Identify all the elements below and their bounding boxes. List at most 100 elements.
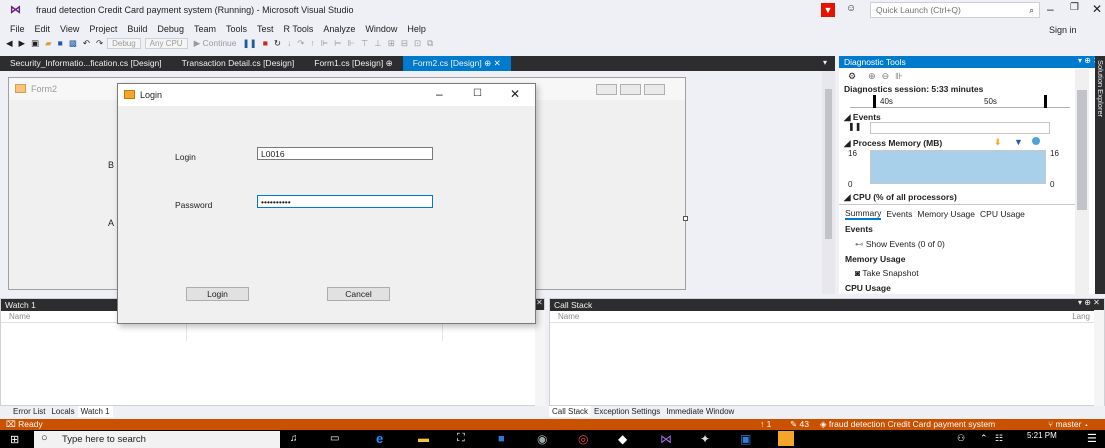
diag-splitter[interactable] [839, 204, 1075, 205]
events-track[interactable] [870, 122, 1050, 134]
tab-summary[interactable]: Summary [845, 208, 882, 220]
config-dropdown[interactable]: Debug [107, 37, 141, 49]
pause-icon[interactable]: ❚❚ [243, 38, 257, 49]
tab-security-information[interactable]: Security_Informatio...fication.cs [Desig… [0, 56, 172, 71]
network-icon[interactable]: ☷ [995, 433, 1003, 444]
pause-events-icon[interactable]: ❚❚ [848, 122, 861, 131]
task-view-icon[interactable]: ▭ [330, 433, 339, 444]
tab-exception-settings[interactable]: Exception Settings [591, 406, 663, 417]
step-out-icon[interactable]: ↑ [310, 38, 314, 48]
file-explorer-icon[interactable]: ▬ [418, 433, 429, 445]
tab-transaction-detail[interactable]: Transaction Detail.cs [Design] [172, 56, 305, 71]
status-edits[interactable]: ✎ 43 [790, 419, 809, 430]
process-memory-heading[interactable]: ◢ Process Memory (MB) [844, 138, 942, 149]
save-all-icon[interactable]: ▩ [69, 38, 77, 49]
chart-icon[interactable]: ⊪ [895, 71, 903, 82]
clock-time[interactable]: 5:21 PM [1027, 431, 1057, 440]
menu-window[interactable]: Window [365, 24, 397, 34]
pin-icon[interactable]: ⊕ [484, 58, 491, 68]
menu-project[interactable]: Project [89, 24, 117, 34]
call-stack-pin-close-icon[interactable]: ▾ ⊕ ✕ [1078, 298, 1100, 307]
password-input[interactable]: •••••••••• [257, 195, 433, 208]
call-stack-name-column[interactable]: Name Lang [550, 311, 1104, 323]
solution-explorer-tab[interactable]: Solution Explorer [1096, 60, 1105, 117]
platform-dropdown[interactable]: Any CPU [144, 37, 188, 49]
watch-close-icon[interactable]: ✕ [536, 298, 543, 307]
app2-icon[interactable]: ✦ [700, 432, 710, 446]
tab-immediate-window[interactable]: Immediate Window [663, 406, 737, 417]
menu-help[interactable]: Help [407, 24, 426, 34]
cancel-button[interactable]: Cancel [327, 287, 390, 301]
call-stack-lang-header[interactable]: Lang [1072, 311, 1090, 323]
store-icon[interactable]: ⛶ [457, 432, 465, 445]
login-minimize-button[interactable]: – [436, 87, 443, 101]
undo-icon[interactable]: ↶ [83, 38, 90, 49]
login-maximize-button[interactable]: ☐ [473, 88, 482, 99]
tab-call-stack[interactable]: Call Stack [549, 406, 592, 417]
align-right-icon[interactable]: ⊩ [347, 38, 354, 49]
menu-file[interactable]: File [10, 24, 25, 34]
menu-analyze[interactable]: Analyze [323, 24, 355, 34]
menu-view[interactable]: View [60, 24, 79, 34]
new-project-icon[interactable]: ▣ [31, 38, 39, 49]
memory-graph[interactable] [870, 150, 1046, 184]
menu-edit[interactable]: Edit [35, 24, 51, 34]
tab-locals[interactable]: Locals [48, 406, 77, 417]
align-left-icon[interactable]: ⊫ [321, 38, 328, 49]
tray-chevron-icon[interactable]: ⌃ [980, 433, 988, 444]
tab-watch-1[interactable]: Watch 1 [77, 406, 113, 417]
login-close-button[interactable]: ✕ [510, 87, 520, 101]
menu-r-tools[interactable]: R Tools [284, 24, 314, 34]
designer-label-a[interactable]: A [108, 218, 114, 228]
notification-flag-icon[interactable]: ▼ [821, 3, 835, 17]
show-events-link[interactable]: ⊷ Show Events (0 of 0) [855, 239, 945, 250]
restart-icon[interactable]: ↻ [274, 38, 281, 49]
tab-error-list[interactable]: Error List [10, 406, 48, 417]
back-icon[interactable]: ◀ [6, 38, 13, 49]
step-into-icon[interactable]: ↓ [287, 38, 291, 48]
save-icon[interactable]: ■ [58, 38, 63, 48]
order-icon[interactable]: ⧉ [427, 38, 433, 49]
zoom-in-icon[interactable]: ⊕ [868, 71, 876, 82]
windows-start-icon[interactable]: ⊞ [10, 433, 19, 446]
designer-scrollbar[interactable] [822, 71, 835, 294]
people-icon[interactable]: ⚇ [957, 433, 965, 444]
forward-icon[interactable]: ▶ [19, 38, 26, 49]
zoom-out-icon[interactable]: ⊖ [882, 71, 890, 82]
open-folder-icon[interactable]: ▰ [45, 38, 52, 49]
menu-debug[interactable]: Debug [157, 24, 184, 34]
login-button[interactable]: Login [186, 287, 249, 301]
designer-label-b[interactable]: B [108, 160, 114, 170]
tab-events[interactable]: Events [886, 209, 912, 219]
take-snapshot-button[interactable]: ◙ Take Snapshot [855, 268, 919, 278]
taskbar-search-box[interactable]: ○ Type here to search [34, 431, 280, 448]
restore-button[interactable]: ❐ [1070, 2, 1079, 13]
visual-studio-taskbar-icon[interactable]: ⋈ [660, 432, 672, 446]
close-tab-icon[interactable]: ✕ [494, 58, 501, 68]
align-top-icon[interactable]: ⊤ [361, 38, 368, 49]
mail-icon[interactable]: ■ [498, 433, 505, 445]
tab-overflow-icon[interactable]: ▾ [823, 58, 827, 67]
quick-launch-input[interactable]: Quick Launch (Ctrl+Q) ⌕ [870, 2, 1040, 18]
tab-form2[interactable]: Form2.cs [Design] ⊕ ✕ [402, 56, 511, 71]
app-icon[interactable]: ◉ [537, 432, 547, 446]
diag-scrollbar-thumb[interactable] [1077, 90, 1087, 210]
tab-cpu-usage[interactable]: CPU Usage [980, 209, 1025, 219]
menu-build[interactable]: Build [127, 24, 147, 34]
menu-team[interactable]: Team [194, 24, 216, 34]
step-over-icon[interactable]: ↷ [297, 38, 304, 49]
cpu-heading[interactable]: ◢ CPU (% of all processors) [844, 192, 957, 203]
menu-test[interactable]: Test [257, 24, 274, 34]
watch-scrollbar[interactable] [535, 310, 545, 406]
status-project[interactable]: ◈ fraud detection Credit Card payment sy… [820, 419, 995, 430]
sign-in-link[interactable]: Sign in [1049, 25, 1077, 35]
tab-memory-usage[interactable]: Memory Usage [917, 209, 975, 219]
pin-icon[interactable]: ⊕ [386, 58, 393, 68]
align-middle-icon[interactable]: ⊥ [374, 38, 381, 49]
size-icon[interactable]: ⊞ [388, 38, 395, 49]
app3-icon[interactable]: ▣ [740, 432, 751, 446]
microphone-icon[interactable]: ♫ [290, 433, 298, 444]
stop-icon[interactable]: ■ [263, 38, 268, 48]
status-branch[interactable]: ⑂ master ▴ [1048, 419, 1089, 429]
feedback-icon[interactable]: ☺ [846, 3, 856, 14]
